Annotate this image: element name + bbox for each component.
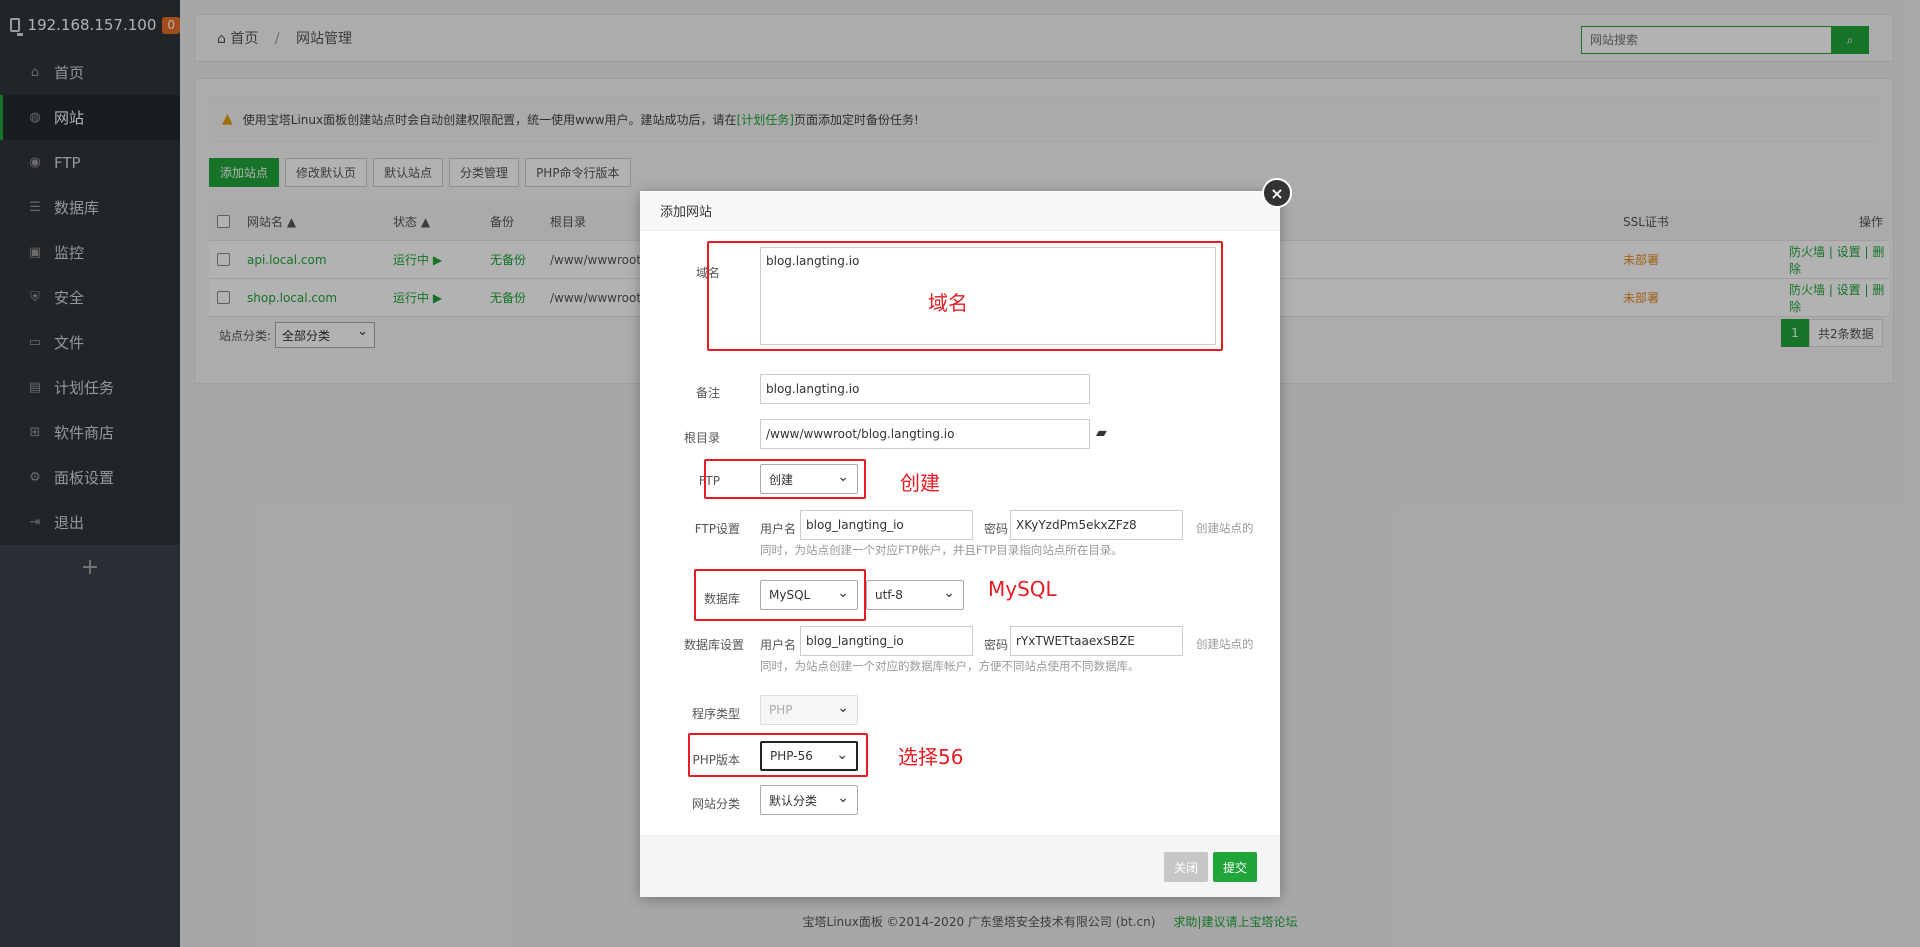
db-password-input[interactable]: rYxTWETtaaexSBZE — [1010, 626, 1183, 656]
dialog-body: 域名 blog.langting.io 域名 备注 blog.langting.… — [640, 231, 1280, 835]
domain-annotation: 域名 — [928, 291, 968, 315]
php-highlight-box — [688, 733, 868, 777]
ftp-pass-label: 密码 — [983, 522, 1008, 536]
db-hint-right: 创建站点的 — [1196, 637, 1254, 651]
dialog-footer: 关闭 提交 — [640, 835, 1280, 897]
ftp-username-input[interactable]: blog_langting_io — [800, 510, 973, 540]
remark-input[interactable]: blog.langting.io — [760, 374, 1090, 404]
remark-label: 备注 — [695, 386, 720, 400]
db-annotation: MySQL — [988, 577, 1057, 601]
db-user-label: 用户名 — [759, 638, 796, 652]
db-settings-label: 数据库设置 — [683, 638, 744, 652]
db-hint: 同时，为站点创建一个对应的数据库帐户，方便不同站点使用不同数据库。 — [760, 659, 1140, 673]
ftp-highlight-box — [704, 459, 866, 499]
submit-button[interactable]: 提交 — [1213, 852, 1258, 882]
ftp-hint: 同时，为站点创建一个对应FTP帐户，并且FTP目录指向站点所在目录。 — [760, 543, 1123, 557]
ftp-user-label: 用户名 — [759, 522, 796, 536]
ftp-settings-label: FTP设置 — [694, 522, 740, 536]
ftp-password-input[interactable]: XKyYzdPm5ekxZFz8 — [1010, 510, 1183, 540]
add-site-dialog: 添加网站 × 域名 blog.langting.io 域名 备注 blog.la… — [640, 178, 1292, 897]
db-username-input[interactable]: blog_langting_io — [800, 626, 973, 656]
close-icon[interactable]: × — [1262, 178, 1292, 208]
root-label: 根目录 — [683, 431, 720, 445]
site-category-label: 网站分类 — [691, 797, 740, 811]
site-category-select[interactable]: 默认分类 — [760, 785, 858, 815]
php-annotation: 选择56 — [898, 745, 964, 769]
db-highlight-box — [694, 569, 866, 621]
folder-icon[interactable]: ▰ — [1096, 425, 1107, 441]
close-button[interactable]: 关闭 — [1164, 852, 1209, 882]
program-type-select: PHP — [760, 695, 858, 725]
ftp-annotation: 创建 — [900, 471, 940, 495]
root-input[interactable]: /www/wwwroot/blog.langting.io — [760, 419, 1090, 449]
ftp-hint-right: 创建站点的 — [1196, 521, 1254, 535]
program-type-label: 程序类型 — [691, 707, 740, 721]
dialog-title: 添加网站 — [640, 191, 1280, 231]
db-pass-label: 密码 — [983, 638, 1008, 652]
db-charset-select[interactable]: utf-8 — [866, 580, 964, 610]
